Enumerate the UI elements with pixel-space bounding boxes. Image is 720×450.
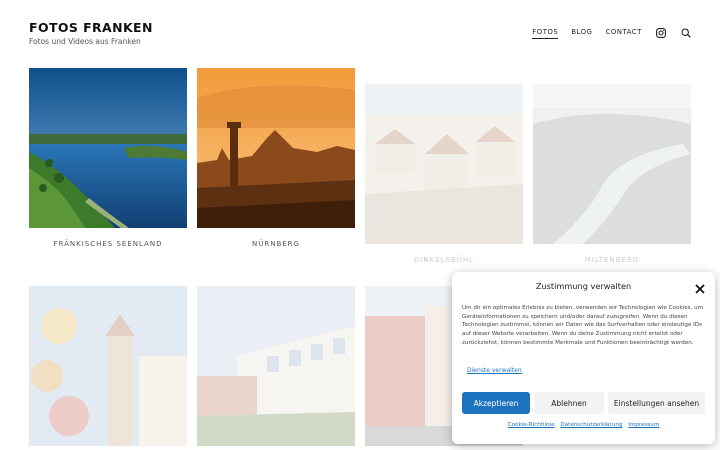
deny-button[interactable]: Ablehnen — [534, 392, 604, 414]
privacy-link[interactable]: Datenschutzerklärung — [560, 422, 622, 428]
lake-landscape-image — [29, 68, 187, 228]
town-aerial-image — [365, 84, 523, 244]
gate-tower-image — [29, 286, 187, 446]
tile-label[interactable]: MILTENBERG — [533, 256, 691, 264]
gallery-tile[interactable] — [197, 286, 355, 446]
consent-title: Zustimmung verwalten — [535, 281, 632, 291]
cookie-policy-link[interactable]: Cookie-Richtlinie — [508, 422, 555, 428]
main-nav: FOTOS BLOG CONTACT — [519, 27, 692, 39]
nav-item-contact[interactable]: CONTACT — [606, 28, 642, 38]
site-tagline: Fotos und Videos aus Franken — [29, 37, 141, 46]
gallery-tile[interactable] — [29, 286, 187, 446]
gallery-tile-nuernberg[interactable] — [197, 68, 355, 228]
close-icon[interactable] — [694, 280, 706, 294]
city-sunset-image — [197, 68, 355, 228]
palace-image — [197, 286, 355, 446]
gallery-tile-seenland[interactable] — [29, 68, 187, 228]
cookie-consent-dialog: Zustimmung verwalten Um dir ein optimale… — [452, 272, 715, 444]
consent-footer-links: Cookie-Richtlinie Datenschutzerklärung I… — [452, 422, 715, 428]
tile-label[interactable]: NÜRNBERG — [197, 240, 355, 248]
instagram-icon[interactable] — [655, 27, 667, 39]
nav-item-blog[interactable]: BLOG — [571, 28, 592, 38]
river-aerial-image — [533, 84, 691, 244]
consent-text: Um dir ein optimales Erlebnis zu bieten,… — [462, 305, 704, 346]
accept-button[interactable]: Akzeptieren — [462, 392, 530, 414]
site-title[interactable]: FOTOS FRANKEN — [29, 20, 153, 35]
tile-label[interactable]: DINKELSBÜHL — [365, 256, 523, 264]
search-icon[interactable] — [680, 27, 692, 39]
tile-label[interactable]: FRÄNKISCHES SEENLAND — [29, 240, 187, 248]
imprint-link[interactable]: Impressum — [628, 422, 659, 428]
gallery-tile-dinkelsbuehl[interactable] — [365, 84, 523, 244]
preferences-button[interactable]: Einstellungen ansehen — [608, 392, 705, 414]
manage-services-link[interactable]: Dienste verwalten — [467, 367, 522, 374]
gallery-tile-miltenberg[interactable] — [533, 84, 691, 244]
nav-item-fotos[interactable]: FOTOS — [532, 28, 559, 39]
